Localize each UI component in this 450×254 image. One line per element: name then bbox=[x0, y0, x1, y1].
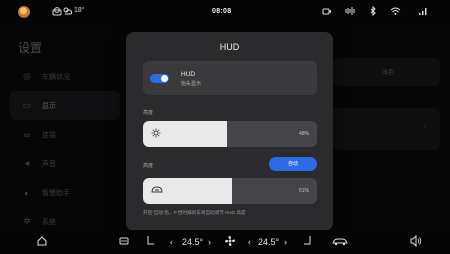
toggle-knob bbox=[161, 75, 168, 82]
signal-icon bbox=[418, 6, 428, 19]
seat-left-icon[interactable] bbox=[146, 235, 156, 251]
defrost-icon[interactable] bbox=[118, 235, 130, 251]
auto-note: 开启“自动”后，P 挡时踩刹车将自动调节 HUD 高度 bbox=[143, 210, 246, 215]
temp-down-left[interactable]: ‹ bbox=[170, 237, 173, 248]
hud-sublabel: 抬头显示 bbox=[181, 81, 202, 87]
brightness-label: 亮度 bbox=[143, 110, 154, 116]
hud-toggle[interactable] bbox=[150, 74, 169, 83]
height-slider[interactable]: 51% bbox=[143, 178, 317, 204]
left-temperature: 24.5° bbox=[182, 237, 204, 247]
temp-up-left[interactable]: › bbox=[208, 237, 211, 248]
height-label: 高度 bbox=[143, 163, 154, 169]
avatar[interactable] bbox=[18, 6, 30, 18]
sound-icon bbox=[344, 6, 356, 19]
clock: 08:08 bbox=[212, 8, 232, 15]
cloud-sun-icon bbox=[62, 6, 73, 19]
lock-icon bbox=[52, 6, 62, 19]
car-icon[interactable] bbox=[332, 235, 348, 251]
dialog-title: HUD bbox=[219, 42, 240, 52]
seat-right-icon[interactable] bbox=[302, 235, 312, 251]
bluetooth-icon bbox=[369, 5, 377, 19]
camera-icon bbox=[322, 6, 332, 19]
wifi-icon bbox=[390, 6, 401, 19]
temperature: 18° bbox=[74, 7, 85, 14]
home-icon[interactable] bbox=[36, 235, 48, 251]
auto-height-button[interactable]: 自动 bbox=[269, 157, 317, 171]
hud-height-icon bbox=[151, 185, 163, 198]
status-bar: 18° 08:08 bbox=[0, 0, 450, 26]
temp-down-right[interactable]: ‹ bbox=[248, 237, 251, 248]
brightness-slider[interactable]: 48% bbox=[143, 121, 317, 147]
hud-toggle-row[interactable]: HUD 抬头显示 bbox=[143, 61, 317, 95]
height-value: 51% bbox=[298, 188, 309, 194]
sun-icon bbox=[151, 128, 161, 141]
temp-up-right[interactable]: › bbox=[284, 237, 287, 248]
hud-dialog: HUD HUD 抬头显示 亮度 48% 高度 自动 51% 开启“自动”后，P … bbox=[126, 32, 333, 231]
brightness-value: 48% bbox=[298, 131, 309, 137]
fan-icon[interactable] bbox=[224, 235, 236, 251]
hud-label: HUD bbox=[181, 71, 196, 78]
right-temperature: 24.5° bbox=[258, 237, 280, 247]
volume-icon[interactable] bbox=[410, 234, 422, 251]
bottom-dock: ‹ 24.5° › ‹ 24.5° › bbox=[0, 230, 450, 254]
